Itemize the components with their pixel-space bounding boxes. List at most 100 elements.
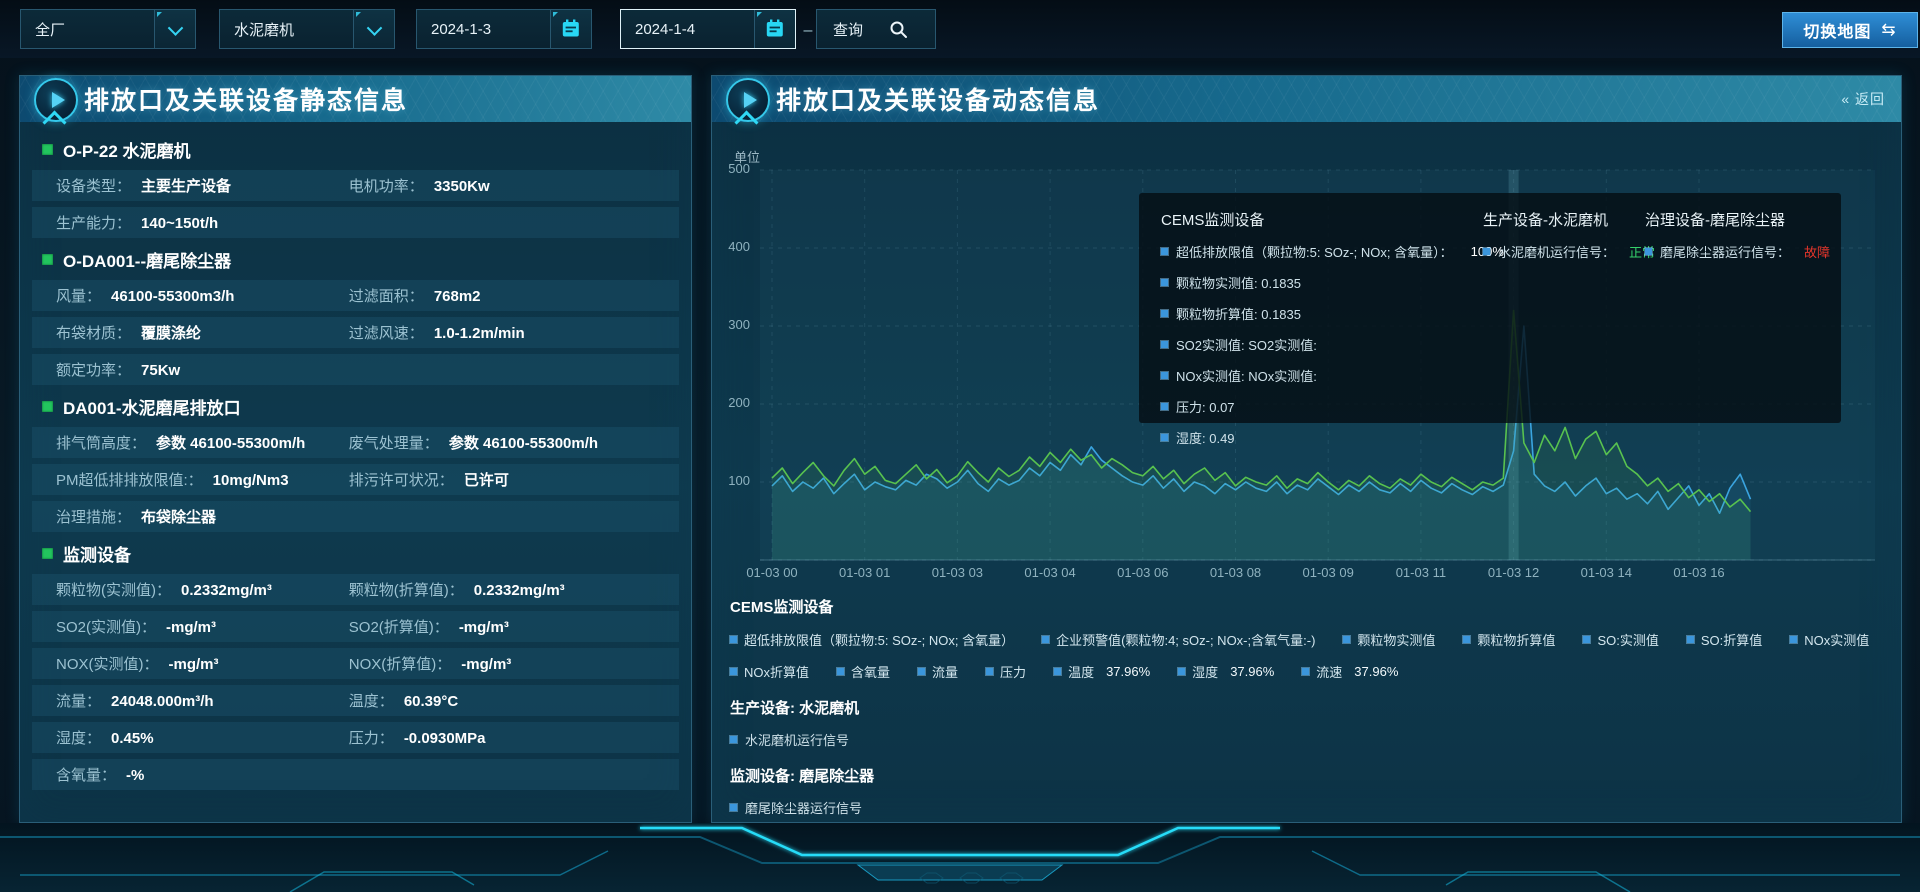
field-label: 压力： <box>349 727 394 748</box>
field-value: 768m2 <box>434 288 481 305</box>
static-info-panel: 排放口及关联设备静态信息 O-P-22 水泥磨机 设备类型：主要生产设备 电机功… <box>19 75 692 823</box>
device-select-dropdown-button[interactable] <box>353 10 394 48</box>
info-row: 生产能力： 140~150t/h <box>32 207 679 238</box>
section-title-text: O-P-22 水泥磨机 <box>63 137 191 162</box>
y-axis-tick: 200 <box>712 395 750 410</box>
field: 过滤风速：1.0-1.2m/min <box>349 322 679 343</box>
field: 温度：60.39°C <box>349 690 679 711</box>
field-value: -mg/m³ <box>461 656 511 673</box>
dynamic-panel-title: 排放口及关联设备动态信息 <box>776 81 1100 117</box>
device-select-value: 水泥磨机 <box>234 19 353 40</box>
legend-item[interactable]: SO:折算值 <box>1687 630 1762 649</box>
legend-item[interactable]: NOx折算值 <box>730 662 809 681</box>
field-value: 24048.000m³/h <box>111 693 214 710</box>
info-row: 含氧量：-% <box>32 759 679 790</box>
legend-marker-icon <box>1343 636 1350 643</box>
play-icon <box>34 78 78 122</box>
field: 湿度：0.45% <box>56 727 349 748</box>
legend-marker-icon <box>1178 668 1185 675</box>
legend-item[interactable]: 压力 <box>986 662 1026 681</box>
tooltip-item: 压力: 0.07 <box>1161 397 1491 416</box>
field: 废气处理量：参数 46100-55300m/h <box>349 432 679 453</box>
field-value: -mg/m³ <box>459 619 509 636</box>
chevron-down-icon <box>366 20 382 36</box>
legend-item[interactable]: 温度37.96% <box>1054 662 1150 681</box>
x-axis-label: 01-03 16 <box>1653 565 1745 580</box>
field: 风量：46100-55300m3/h <box>56 285 349 306</box>
section-title-text: 监测设备 <box>63 541 131 566</box>
production-group-item[interactable]: 水泥磨机运行信号 <box>730 730 1887 749</box>
legend-marker-icon <box>730 736 737 743</box>
field: 含氧量：-% <box>56 764 349 785</box>
section-title-dust-collector: O-DA001--磨尾除尘器 <box>32 244 679 274</box>
field: 排污许可状况：已许可 <box>349 469 679 490</box>
monitor-group-item[interactable]: 磨尾除尘器运行信号 <box>730 798 1887 817</box>
legend-item[interactable]: 颗粒物实测值 <box>1343 630 1435 649</box>
field-label: 颗粒物(折算值)： <box>349 579 464 600</box>
legend-item[interactable]: 企业预警值(颗粒物:4; sOz-; NOx-;含氧气量:-) <box>1042 630 1315 649</box>
y-axis-ticks: 500400300200100 <box>712 122 752 572</box>
info-row: 排气筒高度：参数 46100-55300m/h 废气处理量：参数 46100-5… <box>32 427 679 458</box>
field-label: 流量： <box>56 690 101 711</box>
start-date-input[interactable]: 2024-1-3 <box>416 9 592 49</box>
chevron-down-icon <box>167 20 183 36</box>
play-icon <box>726 78 770 122</box>
legend-marker-icon <box>1302 668 1309 675</box>
field-value: 1.0-1.2m/min <box>434 325 525 342</box>
legend-item[interactable]: 湿度37.96% <box>1178 662 1274 681</box>
x-axis-label: 01-03 00 <box>726 565 818 580</box>
tooltip-item: 超低排放限值（颗拉物:5: SOz-; NOx; 含氧量）：100% <box>1161 242 1491 261</box>
info-row: SO2(实测值)：-mg/m³ SO2(折算值)：-mg/m³ <box>32 611 679 642</box>
info-row: NOX(实测值)：-mg/m³ NOX(折算值)：-mg/m³ <box>32 648 679 679</box>
legend-item[interactable]: SO:实测值 <box>1583 630 1658 649</box>
tooltip-cems-title: CEMS监测设备 <box>1161 209 1491 230</box>
tooltip-item: 湿度: 0.49 <box>1161 428 1491 447</box>
field-value: 10mg/Nm3 <box>213 472 289 489</box>
plant-select-dropdown-button[interactable] <box>154 10 195 48</box>
plant-select[interactable]: 全厂 <box>20 9 196 49</box>
back-link[interactable]: « 返回 <box>1841 89 1885 109</box>
x-axis-label: 01-03 12 <box>1468 565 1560 580</box>
query-button[interactable]: 查询 <box>816 9 936 49</box>
section-title-outlet: DA001-水泥磨尾排放口 <box>32 391 679 421</box>
legend-item[interactable]: NOx实测值 <box>1790 630 1869 649</box>
legend-marker-icon <box>1645 248 1652 255</box>
tooltip-item: 磨尾除尘器运行信号：故障 <box>1645 242 1835 261</box>
info-row: 设备类型：主要生产设备 电机功率：3350Kw <box>32 170 679 201</box>
x-axis-label: 01-03 03 <box>911 565 1003 580</box>
tooltip-item: 颗粒物折算值: 0.1835 <box>1161 304 1491 323</box>
dynamic-panel-header: 排放口及关联设备动态信息 « 返回 <box>712 76 1901 122</box>
legend-marker-icon <box>1161 403 1168 410</box>
tooltip-production-column: 生产设备-水泥磨机 水泥磨机运行信号：正常 <box>1483 193 1641 261</box>
start-date-picker-button[interactable] <box>550 10 591 48</box>
legend-item[interactable]: 含氧量 <box>837 662 890 681</box>
field-value: 3350Kw <box>434 178 490 195</box>
field-value: -0.0930MPa <box>404 730 486 747</box>
field: PM超低排排放限值:：10mg/Nm3 <box>56 469 349 490</box>
end-date-picker-button[interactable] <box>754 10 795 48</box>
field-value: 主要生产设备 <box>141 175 231 196</box>
field-value: 0.2332mg/m³ <box>181 582 272 599</box>
field-label: SO2(实测值)： <box>56 616 156 637</box>
field-value: 140~150t/h <box>141 215 218 232</box>
legend-marker-icon <box>1161 248 1168 255</box>
field-label: 生产能力： <box>56 212 131 233</box>
legend-marker-icon <box>1483 248 1490 255</box>
end-date-input[interactable]: 2024-1-4 <box>620 9 796 49</box>
green-square-icon <box>42 144 53 155</box>
legend-marker-icon <box>1790 636 1797 643</box>
legend-item[interactable]: 颗粒物折算值 <box>1463 630 1555 649</box>
field-label: 湿度： <box>56 727 101 748</box>
device-select[interactable]: 水泥磨机 <box>219 9 395 49</box>
y-axis-tick: 500 <box>712 161 750 176</box>
legend-marker-icon <box>1463 636 1470 643</box>
date-range-separator: – <box>800 22 816 40</box>
switch-map-button[interactable]: 切换地图 ⇆ <box>1782 12 1918 48</box>
tooltip-cems-column: CEMS监测设备 超低排放限值（颗拉物:5: SOz-; NOx; 含氧量）：1… <box>1161 193 1491 447</box>
field-label: 排污许可状况： <box>349 469 454 490</box>
legend-marker-icon <box>1042 636 1049 643</box>
legend-item[interactable]: 流速37.96% <box>1302 662 1398 681</box>
legend-item[interactable]: 超低排放限值（颗拉物:5: SOz-; NOx; 含氧量） <box>730 630 1014 649</box>
legend-item[interactable]: 流量 <box>918 662 958 681</box>
footer-decoration <box>0 823 1920 892</box>
